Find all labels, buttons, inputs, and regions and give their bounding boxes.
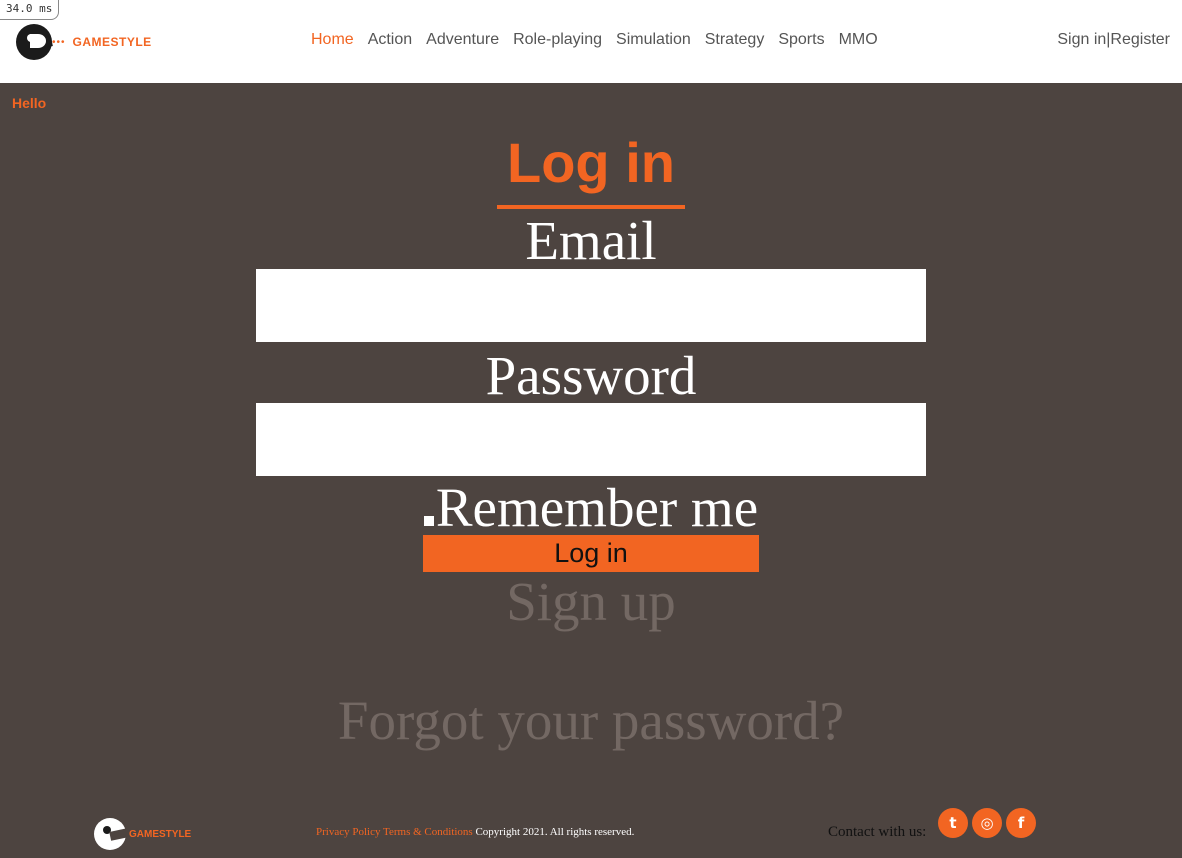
remember-me-row: Remember me [0, 480, 1182, 535]
nav-simulation[interactable]: Simulation [616, 31, 691, 49]
logo-text: GAMESTYLE [72, 35, 152, 49]
register-link[interactable]: Register [1110, 31, 1170, 48]
copyright-text: Copyright 2021. All rights reserved. [475, 826, 635, 838]
site-logo[interactable]: ••• GAMESTYLE [16, 24, 152, 60]
footer-logo[interactable]: GAMESTYLE [94, 818, 191, 850]
password-field[interactable] [256, 403, 926, 476]
email-field[interactable] [256, 269, 926, 342]
footer-logo-text: GAMESTYLE [129, 828, 192, 840]
main-nav: Home Action Adventure Role-playing Simul… [311, 31, 878, 49]
twitter-icon[interactable]: t [938, 808, 968, 838]
nav-home[interactable]: Home [311, 31, 354, 49]
title-underline [497, 205, 685, 209]
pacman-logo-icon [94, 818, 129, 850]
login-button[interactable]: Log in [423, 535, 759, 572]
email-label: Email [525, 210, 657, 271]
terms-link[interactable]: Terms & Conditions [383, 826, 473, 838]
instagram-icon[interactable]: ◎ [972, 808, 1002, 838]
auth-links: Sign in|Register [1057, 31, 1170, 49]
nav-role-playing[interactable]: Role-playing [513, 31, 602, 49]
remember-me-label[interactable]: Remember me [436, 477, 758, 538]
nav-action[interactable]: Action [368, 31, 412, 49]
facebook-icon[interactable]: f [1006, 808, 1036, 838]
top-header: ••• GAMESTYLE Home Action Adventure Role… [0, 0, 1182, 83]
remember-me-checkbox[interactable] [423, 516, 434, 526]
nav-strategy[interactable]: Strategy [705, 31, 765, 49]
pacman-logo-icon [16, 24, 53, 60]
nav-mmo[interactable]: MMO [839, 31, 878, 49]
social-icons: t ◎ f [938, 808, 1036, 838]
logo-dots: ••• [52, 36, 66, 48]
timing-badge: 34.0 ms [0, 0, 60, 20]
privacy-policy-link[interactable]: Privacy Policy [316, 826, 380, 838]
footer-links: Privacy Policy Terms & Conditions Copyri… [316, 826, 634, 838]
sign-up-link[interactable]: Sign up [0, 574, 1182, 629]
sign-in-link[interactable]: Sign in [1057, 31, 1106, 48]
nav-sports[interactable]: Sports [778, 31, 824, 49]
page-footer: GAMESTYLE Privacy Policy Terms & Conditi… [0, 800, 1182, 858]
page-title: Log in [507, 131, 675, 194]
password-label: Password [485, 345, 697, 406]
greeting-text: Hello [12, 95, 47, 111]
nav-adventure[interactable]: Adventure [426, 31, 499, 49]
contact-label: Contact with us: [828, 824, 927, 840]
forgot-password-link[interactable]: Forgot your password? [0, 693, 1182, 748]
